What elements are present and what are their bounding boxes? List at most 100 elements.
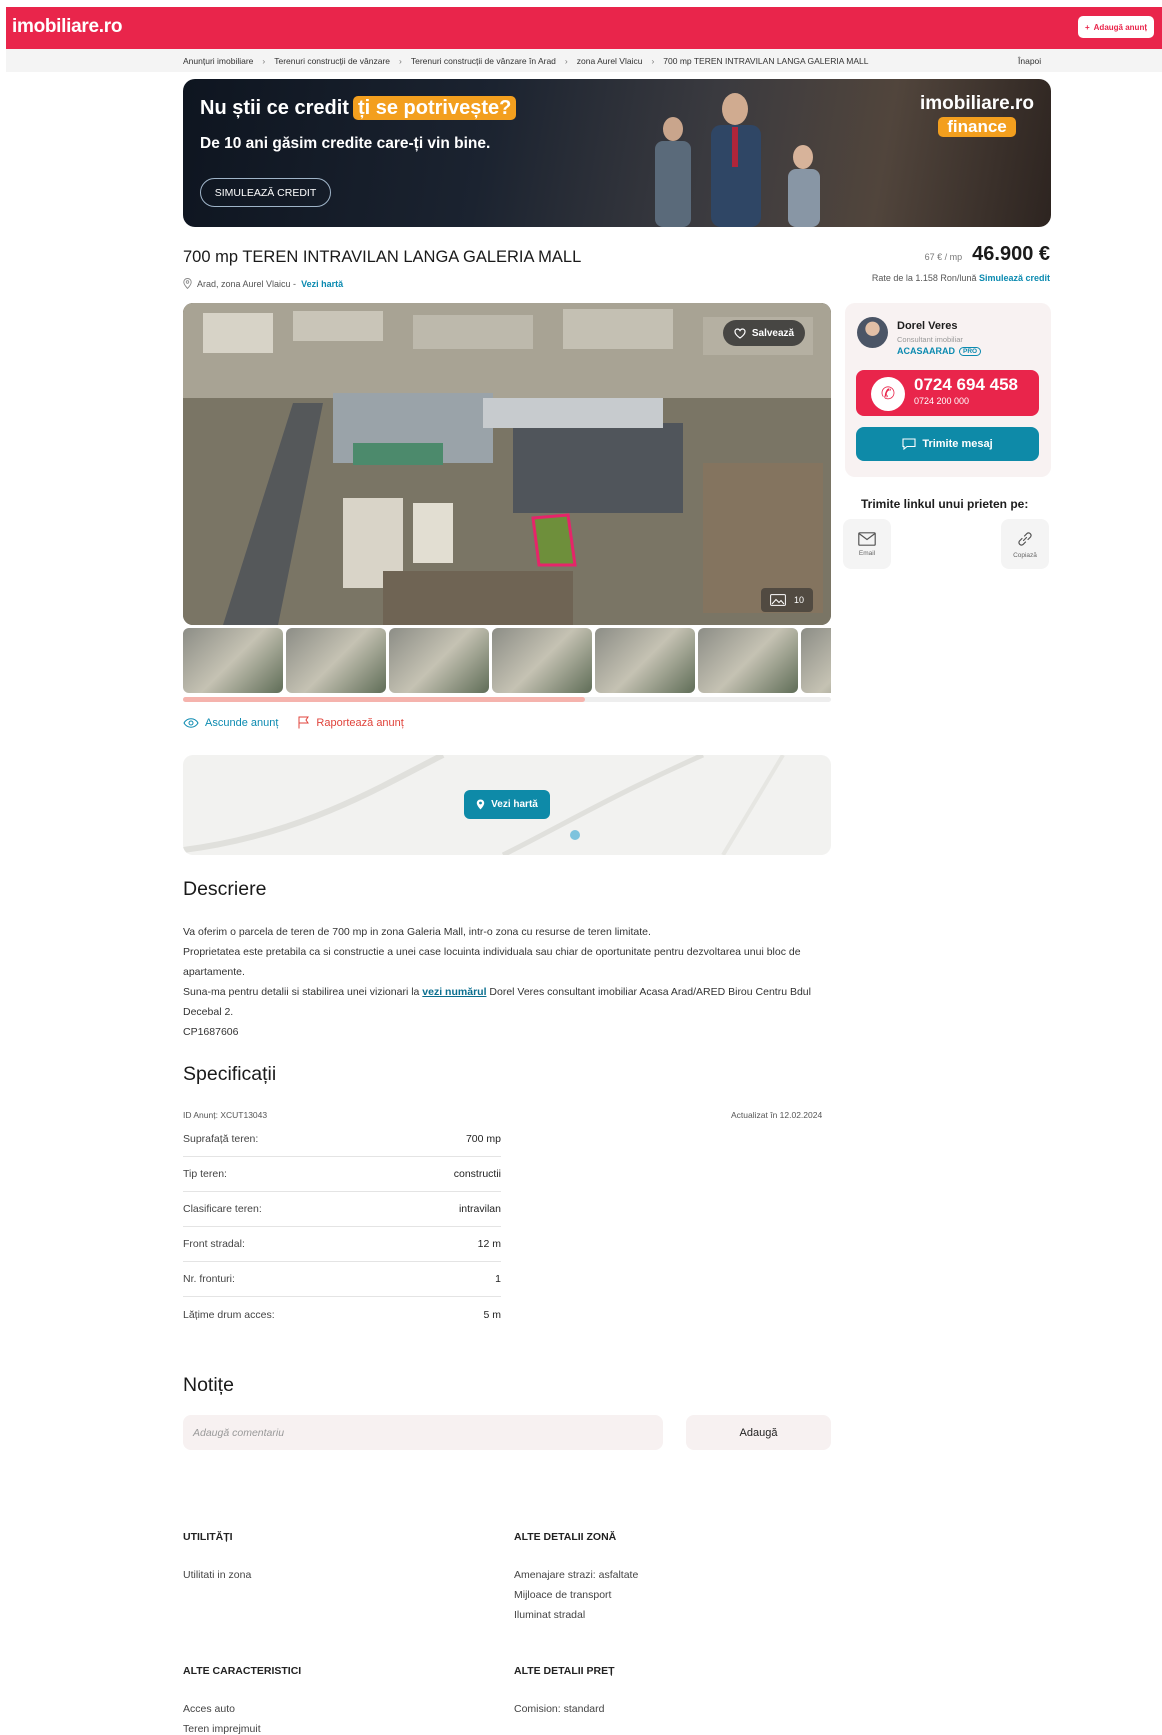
photo-count-badge[interactable]: 10 — [761, 588, 813, 612]
listing-actions: Ascunde anunț Raportează anunț — [183, 716, 404, 729]
listing-title: 700 mp TEREN INTRAVILAN LANGA GALERIA MA… — [183, 248, 582, 266]
price-details-section: ALTE DETALII PREȚ Comision: standard — [514, 1665, 615, 1719]
spec-label: Suprafață teren: — [183, 1133, 259, 1145]
spec-value: 700 mp — [465, 1133, 501, 1145]
pin-icon — [183, 278, 192, 289]
detail-item: Teren imprejmuit — [183, 1723, 261, 1735]
comment-input[interactable]: Adaugă comentariu — [183, 1415, 663, 1450]
breadcrumb-item-current: 700 mp TEREN INTRAVILAN LANGA GALERIA MA… — [663, 56, 869, 66]
thumbnail[interactable] — [389, 628, 489, 693]
share-email-button[interactable]: Email — [843, 519, 891, 569]
spec-value: 12 m — [477, 1238, 501, 1250]
scrollbar-thumb[interactable] — [183, 697, 585, 702]
chevron-right-icon: › — [651, 56, 655, 66]
banner-headline: Nu știi ce credit ți se potrivește? — [200, 96, 517, 120]
finance-logo-top: imobiliare.ro — [919, 93, 1034, 114]
breadcrumb-item[interactable]: Anunțuri imobiliare — [183, 56, 253, 66]
breadcrumb-item[interactable]: zona Aurel Vlaicu — [577, 56, 643, 66]
spec-row: Lățime drum acces: 5 m — [183, 1297, 501, 1332]
phone-icon: ✆ — [871, 377, 905, 411]
show-number-link[interactable]: vezi numărul — [422, 986, 486, 998]
description-line: CP1687606 — [183, 1026, 239, 1038]
map-preview[interactable]: Vezi hartă — [183, 755, 831, 855]
send-message-button[interactable]: Trimite mesaj — [856, 427, 1039, 461]
listing-id: ID Anunț: XCUT13043 — [183, 1110, 268, 1120]
main-photo[interactable]: Salvează 10 — [183, 303, 831, 625]
photo-count: 10 — [793, 595, 804, 605]
utilities-section: UTILITĂȚI Utilitati in zona — [183, 1531, 251, 1585]
spec-label: Front stradal: — [183, 1238, 245, 1250]
description-text: Va oferim o parcela de teren de 700 mp i… — [183, 922, 831, 1042]
section-heading: ALTE CARACTERISTICI — [183, 1665, 302, 1677]
chevron-right-icon: › — [399, 56, 402, 66]
thumbnail[interactable] — [595, 628, 695, 693]
back-link[interactable]: Înapoi — [1018, 56, 1041, 66]
features-section: ALTE CARACTERISTICI Acces auto Teren imp… — [183, 1665, 301, 1735]
description-text-part: Suna-ma pentru detalii si stabilirea une… — [183, 986, 420, 998]
heart-icon — [734, 327, 746, 339]
add-comment-button[interactable]: Adaugă — [686, 1415, 831, 1450]
phone-number: 0724 694 458 — [914, 375, 1018, 394]
phone-number-alt: 0724 200 000 — [914, 396, 970, 406]
chevron-right-icon: › — [564, 56, 568, 66]
view-map-link[interactable]: Vezi hartă — [301, 279, 343, 289]
spec-value: 5 m — [483, 1308, 501, 1321]
thumbnail[interactable] — [801, 628, 831, 693]
thumbnail[interactable] — [492, 628, 592, 693]
detail-item: Utilitati in zona — [183, 1569, 252, 1581]
pin-icon — [476, 799, 485, 810]
description-line: Proprietatea este pretabila ca si constr… — [183, 946, 801, 978]
spec-value: 1 — [495, 1273, 501, 1285]
thumbnail-scrollbar[interactable] — [183, 697, 831, 702]
breadcrumb-item[interactable]: Terenuri construcții de vânzare în Arad — [411, 56, 556, 66]
banner-headline-highlight: ți se potrivește? — [352, 96, 517, 120]
banner-subline: De 10 ani găsim credite care-ți vin bine… — [200, 135, 491, 152]
top-bar: imobiliare.ro + Adaugă anunț — [6, 7, 1162, 49]
copy-link-label: Copiază — [1013, 551, 1037, 559]
breadcrumb: Anunțuri imobiliare › Terenuri construcț… — [183, 56, 868, 66]
thumbnail[interactable] — [286, 628, 386, 693]
description-heading: Descriere — [183, 878, 267, 900]
plus-icon: + — [1084, 22, 1090, 32]
link-icon — [1018, 531, 1032, 546]
save-listing-button[interactable]: Salvează — [723, 320, 805, 346]
agency-link[interactable]: ACASAARAD PRO — [897, 346, 982, 356]
spec-value: intravilan — [458, 1203, 501, 1215]
call-button[interactable]: ✆ 0724 694 458 0724 200 000 — [856, 370, 1039, 416]
zone-details-section: ALTE DETALII ZONĂ Amenajare strazi: asfa… — [514, 1531, 638, 1625]
hide-listing-button[interactable]: Ascunde anunț — [183, 716, 278, 729]
share-title: Trimite linkul unui prieten pe: — [861, 497, 1029, 511]
copy-link-button[interactable]: Copiază — [1001, 519, 1049, 569]
thumbnail-strip — [183, 628, 831, 693]
report-listing-button[interactable]: Raportează anunț — [298, 716, 404, 729]
add-listing-button[interactable]: + Adaugă anunț — [1078, 16, 1154, 38]
price-block: 67 € / mp 46.900 € — [925, 243, 1050, 266]
save-listing-label: Salvează — [751, 327, 795, 339]
spec-row: Suprafață teren: 700 mp — [183, 1122, 501, 1157]
thumbnail[interactable] — [698, 628, 798, 693]
image-icon — [770, 594, 786, 606]
simulate-credit-button[interactable]: SIMULEAZĂ CREDIT — [200, 178, 331, 207]
notes-heading: Notițe — [183, 1374, 234, 1396]
envelope-icon — [858, 531, 876, 546]
view-map-button[interactable]: Vezi hartă — [464, 790, 550, 819]
hide-listing-label: Ascunde anunț — [205, 716, 279, 729]
site-logo[interactable]: imobiliare.ro — [12, 16, 122, 38]
finance-banner[interactable]: Nu știi ce credit ți se potrivește? De 10… — [183, 79, 1051, 227]
avatar[interactable] — [857, 317, 888, 348]
agent-name[interactable]: Dorel Veres — [897, 320, 958, 332]
banner-people-image — [655, 93, 820, 227]
finance-logo: imobiliare.ro finance — [920, 93, 1034, 137]
detail-item: Amenajare strazi: asfaltate — [514, 1569, 639, 1581]
report-listing-label: Raportează anunț — [316, 716, 404, 729]
specs-table: Suprafață teren: 700 mp Tip teren: constru… — [183, 1122, 501, 1332]
breadcrumb-item[interactable]: Terenuri construcții de vânzare — [274, 56, 390, 66]
aerial-photo-image — [183, 303, 831, 625]
thumbnail[interactable] — [183, 628, 283, 693]
view-map-label: Vezi hartă — [491, 799, 538, 810]
description-line: Va oferim o parcela de teren de 700 mp i… — [183, 926, 651, 938]
spec-row: Tip teren: constructii — [183, 1157, 501, 1192]
detail-item: Iluminat stradal — [514, 1609, 586, 1621]
eye-icon — [183, 717, 199, 728]
simulate-credit-link[interactable]: Simulează credit — [979, 273, 1050, 283]
